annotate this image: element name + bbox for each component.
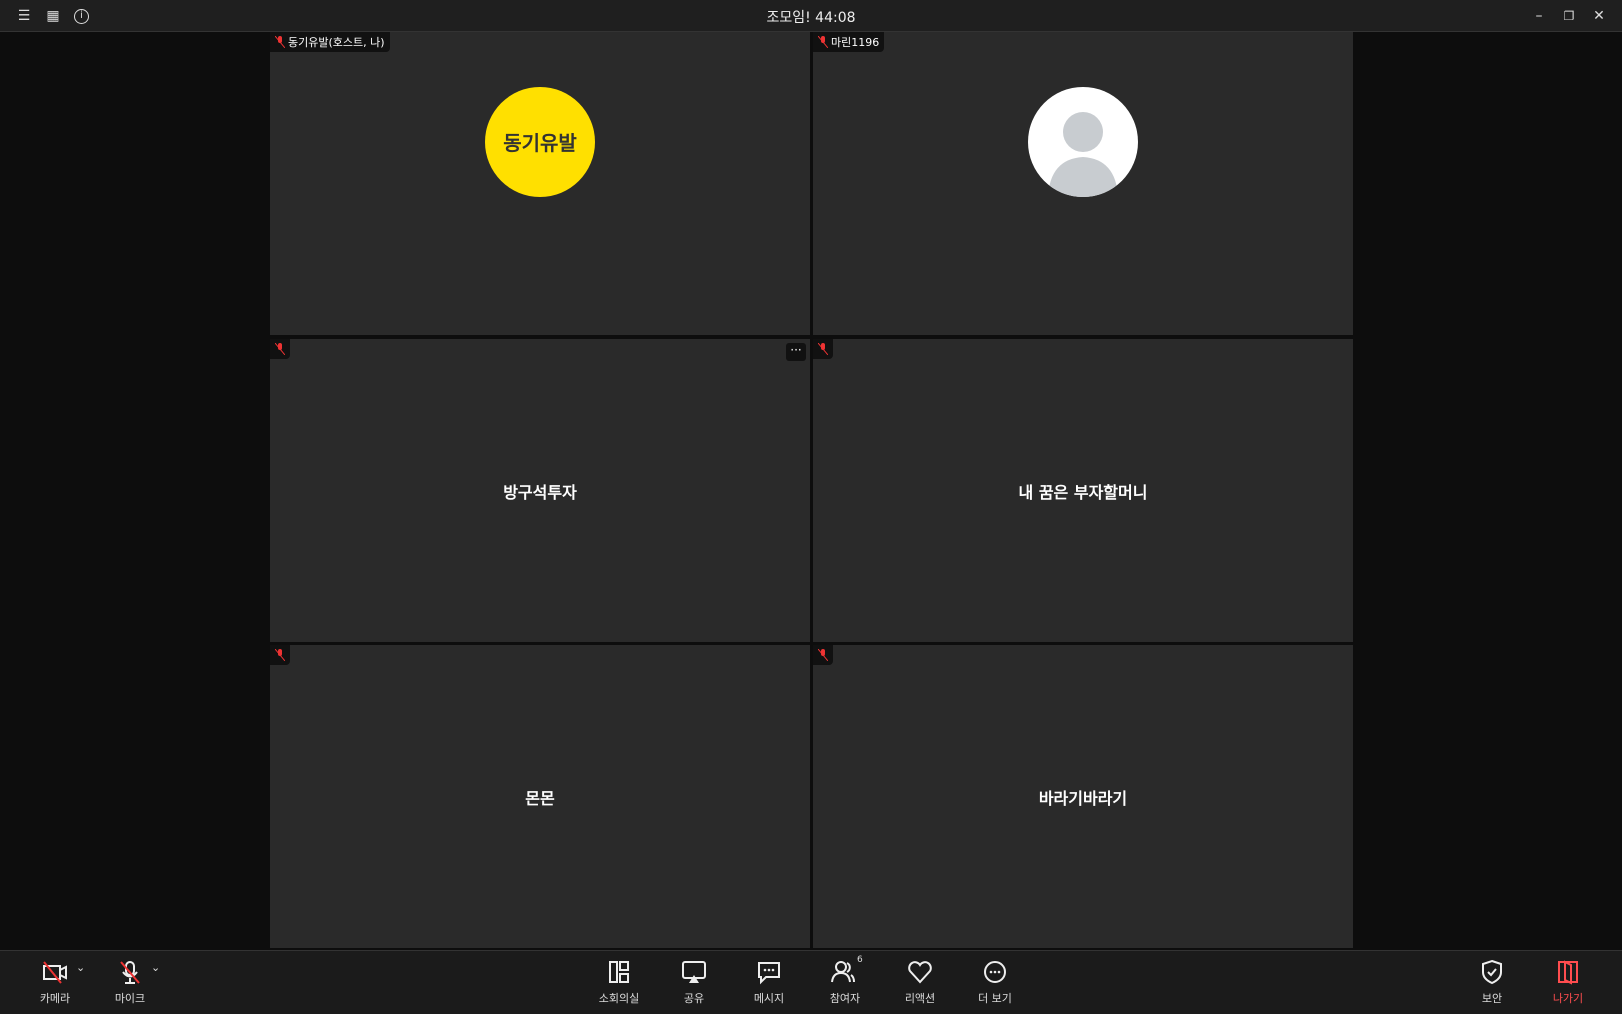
mic-options-chevron-icon[interactable]: ⌄	[151, 961, 160, 974]
participant-tile[interactable]: 몬몬	[270, 645, 810, 948]
shield-icon	[1482, 959, 1502, 985]
reactions-button[interactable]: 리액션	[885, 959, 955, 1006]
participant-tile[interactable]: 내 꿈은 부자할머니	[813, 339, 1353, 642]
participant-tile[interactable]: ··· 방구석투자	[270, 339, 810, 642]
participants-button[interactable]: 6 참여자	[810, 955, 880, 1006]
participant-name: 바라기바라기	[1038, 788, 1128, 808]
more-options-button[interactable]: ···	[786, 343, 806, 361]
participants-count: 6	[857, 955, 863, 965]
heart-icon	[908, 961, 932, 984]
camera-options-chevron-icon[interactable]: ⌄	[76, 961, 85, 974]
share-button[interactable]: 공유	[659, 959, 729, 1006]
name-tag: 동기유발(호스트, 나)	[270, 32, 390, 52]
name-tag: 마린1196	[813, 32, 885, 52]
mic-muted-icon	[274, 35, 286, 49]
leave-icon	[1558, 960, 1578, 985]
mic-off-icon	[120, 961, 140, 984]
mic-muted-icon	[270, 645, 290, 665]
restore-button[interactable]: ❐	[1560, 7, 1578, 25]
meeting-toolbar: 카메라 ⌄ 마이크 ⌄ 소회의실 공유 메시지 6 참여자 리액션 더 보기 보…	[0, 950, 1622, 1014]
mic-muted-icon	[813, 645, 833, 665]
participant-name: 몬몬	[525, 788, 555, 808]
more-button[interactable]: 더 보기	[960, 959, 1030, 1006]
leave-button[interactable]: 나가기	[1533, 959, 1603, 1006]
video-grid: 동기유발(호스트, 나) 동기유발 마린1196 ··· 방구석투자 내 꿈은 …	[0, 32, 1622, 950]
mic-muted-icon	[813, 339, 833, 359]
participant-tile[interactable]: 바라기바라기	[813, 645, 1353, 948]
chat-icon	[758, 962, 780, 985]
chat-button[interactable]: 메시지	[734, 959, 804, 1006]
participants-icon	[831, 961, 855, 983]
mic-muted-icon	[270, 339, 290, 359]
avatar: 동기유발	[485, 86, 595, 197]
camera-off-icon	[43, 961, 67, 984]
security-button[interactable]: 보안	[1457, 959, 1527, 1006]
participant-tile[interactable]: 동기유발(호스트, 나) 동기유발	[270, 32, 810, 335]
more-icon	[984, 961, 1006, 983]
title-bar: ☰ ▦ i 조모임! 44:08 – ❐ ✕	[0, 0, 1622, 32]
participant-tile[interactable]: 마린1196	[813, 32, 1353, 335]
window-title: 조모임! 44:08	[766, 10, 856, 26]
participant-name: 내 꿈은 부자할머니	[1018, 482, 1148, 502]
breakout-rooms-icon	[609, 961, 629, 983]
default-avatar-icon	[1028, 86, 1138, 197]
close-button[interactable]: ✕	[1590, 7, 1608, 25]
mic-muted-icon	[817, 35, 829, 49]
breakout-rooms-button[interactable]: 소회의실	[584, 959, 654, 1006]
minimize-button[interactable]: –	[1530, 7, 1548, 25]
share-screen-icon	[682, 961, 706, 983]
participant-name: 방구석투자	[503, 482, 577, 502]
